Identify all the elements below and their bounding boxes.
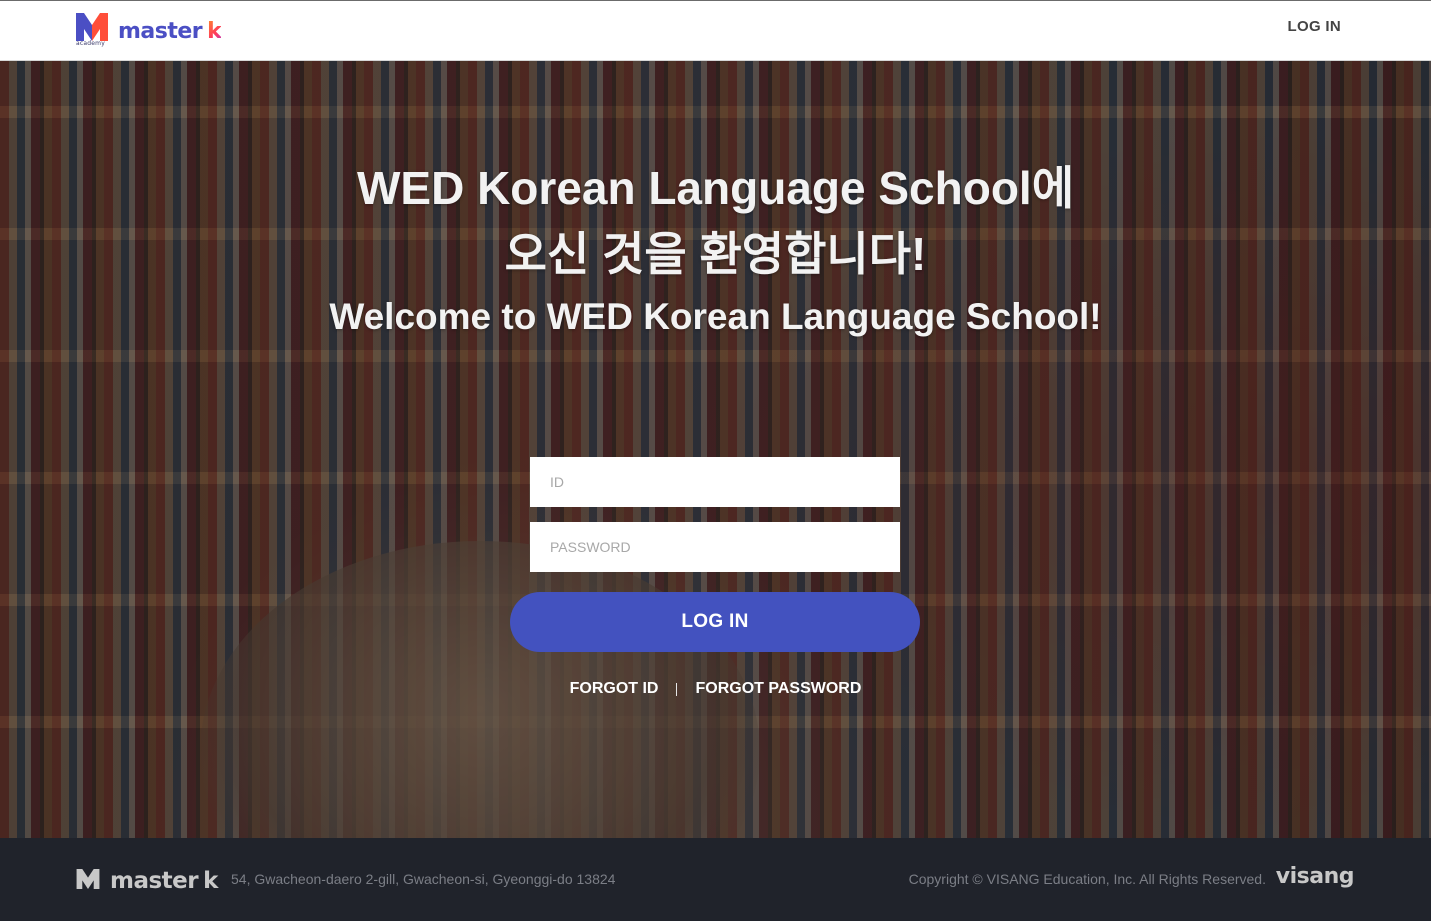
id-input[interactable] [530, 457, 900, 507]
footer-address: 54, Gwacheon-daero 2-gill, Gwacheon-si, … [231, 871, 616, 887]
login-button[interactable]: LOG IN [510, 592, 920, 652]
top-header: academy master k LOG IN [0, 0, 1431, 61]
password-input[interactable] [530, 522, 900, 572]
forgot-links: FORGOT ID FORGOT PASSWORD [0, 680, 1431, 698]
master-k-logo-icon [76, 868, 100, 894]
forgot-password-link[interactable]: FORGOT PASSWORD [695, 680, 861, 698]
master-k-logo-icon: academy [76, 13, 108, 49]
login-panel: WED Korean Language School에 오신 것을 환영합니다!… [0, 61, 1431, 838]
footer-master-k-logo[interactable]: master k [76, 868, 218, 894]
master-k-logo[interactable]: academy master k [76, 13, 222, 51]
logo-academy-label: academy [76, 40, 105, 47]
welcome-title-korean-line2: 오신 것을 환영합니다! [504, 228, 927, 280]
footer-copyright: Copyright © VISANG Education, Inc. All R… [908, 871, 1266, 887]
welcome-title-korean-line1: WED Korean Language School에 [356, 162, 1075, 214]
logo-wordmark: master k [118, 19, 222, 44]
logo-k-letter: k [207, 19, 222, 44]
header-login-link[interactable]: LOG IN [1288, 18, 1341, 35]
footer-logo-wordmark: master k [110, 868, 218, 894]
forgot-links-divider [676, 682, 678, 696]
hero-section: WED Korean Language School에 오신 것을 환영합니다!… [0, 61, 1431, 838]
page-footer: master k 54, Gwacheon-daero 2-gill, Gwach… [0, 838, 1431, 921]
forgot-id-link[interactable]: FORGOT ID [570, 680, 659, 698]
welcome-title-english: Welcome to WED Korean Language School! [329, 296, 1102, 337]
visang-logo-icon[interactable]: visang [1276, 864, 1355, 889]
